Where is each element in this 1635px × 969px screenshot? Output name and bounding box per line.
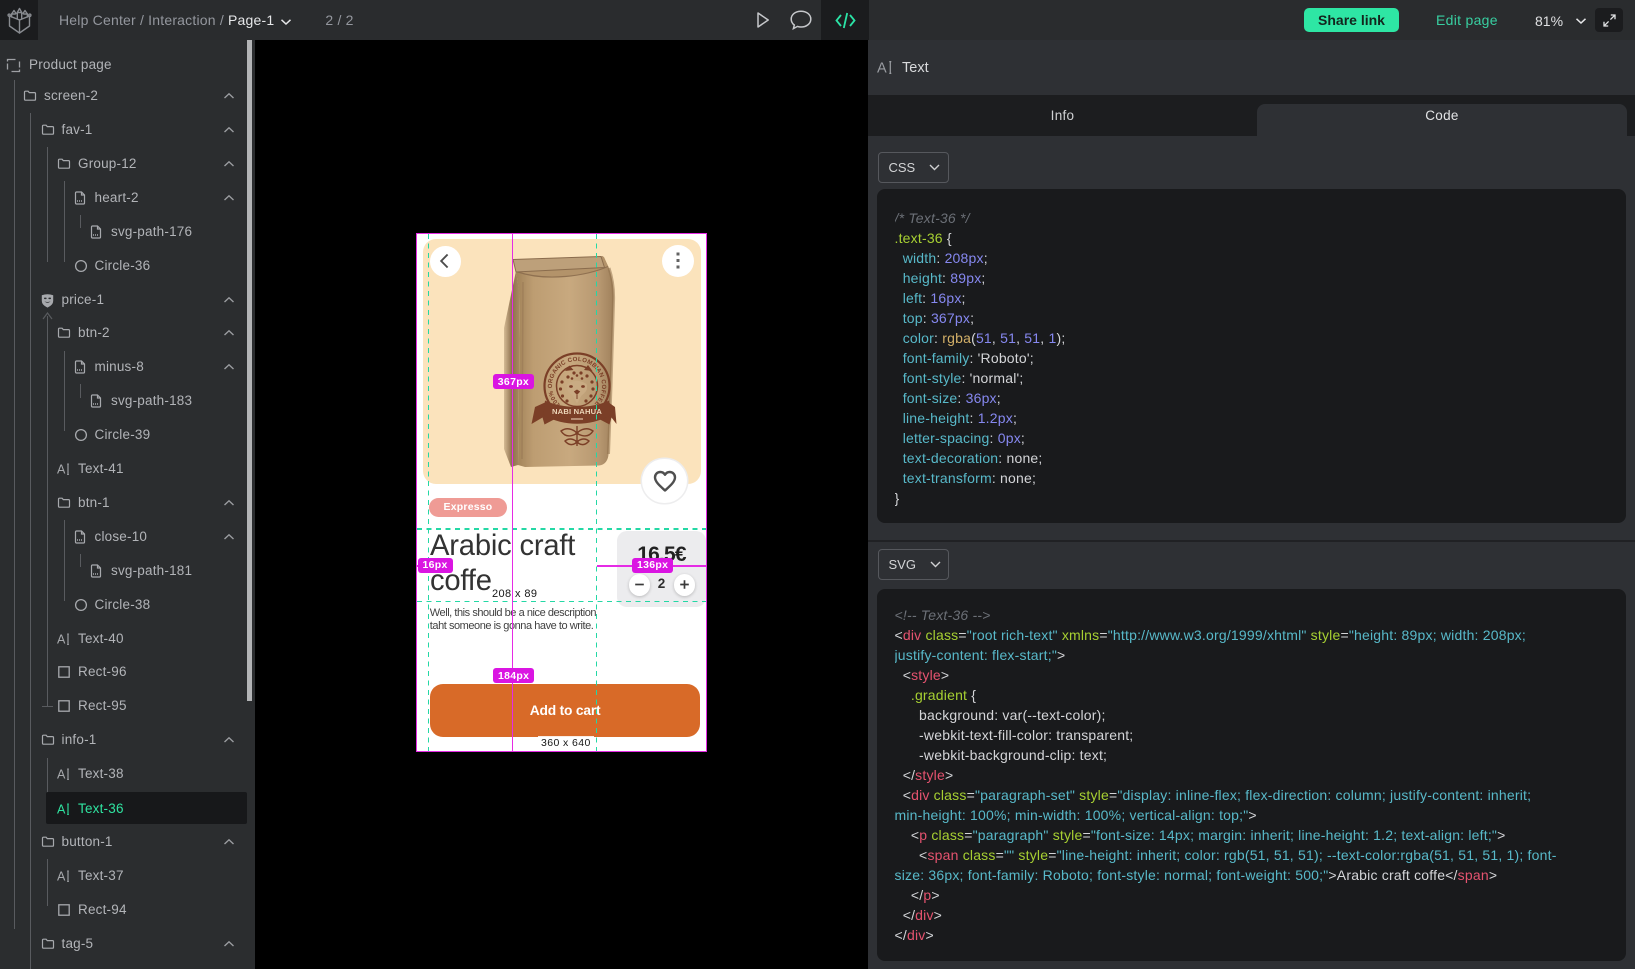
- svg-text:A: A: [57, 768, 66, 782]
- svg-text:A: A: [57, 803, 66, 817]
- svg-text:A: A: [877, 61, 887, 77]
- svg-text:A: A: [57, 632, 66, 646]
- svg-text:A: A: [57, 463, 66, 477]
- svg-text:A: A: [57, 869, 66, 883]
